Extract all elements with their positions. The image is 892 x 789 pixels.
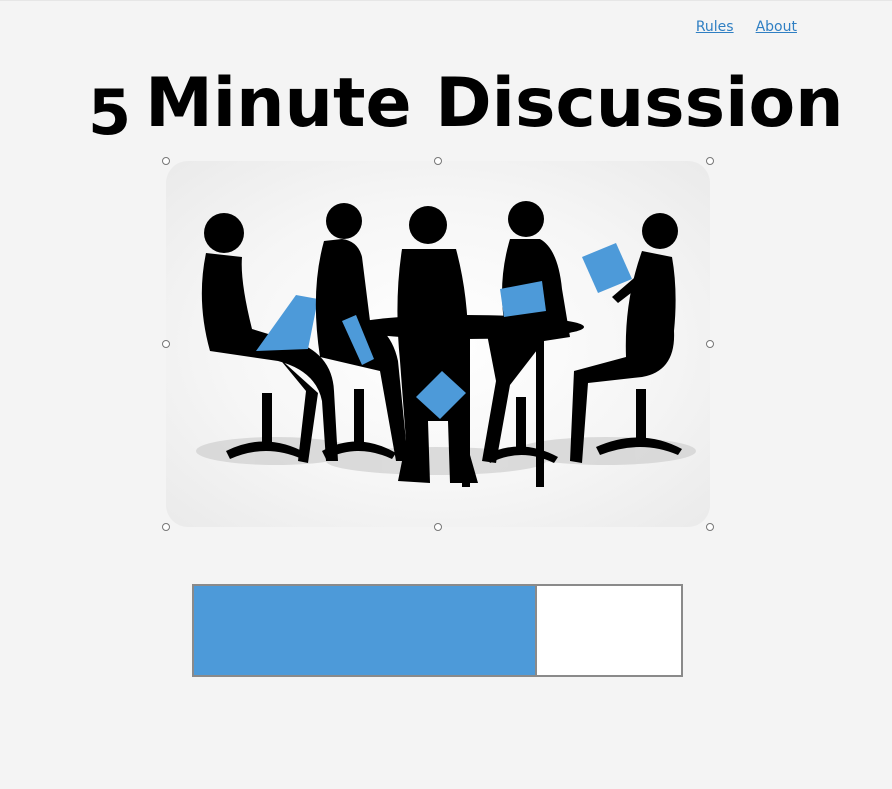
top-nav: Rules About — [696, 19, 797, 35]
title-text: Minute Discussion — [145, 64, 844, 143]
resize-handle-top-right[interactable] — [706, 157, 714, 165]
rules-link[interactable]: Rules — [696, 19, 734, 35]
meeting-silhouette-illustration — [196, 201, 696, 487]
timer-progress-fill — [194, 586, 538, 675]
resize-handle-bottom-right[interactable] — [706, 523, 714, 531]
timer-progress-bar — [192, 584, 683, 677]
resize-handle-bottom-center[interactable] — [434, 523, 442, 531]
page: Rules About 5 Minute Discussion — [0, 0, 892, 789]
page-title: 5 Minute Discussion — [88, 59, 844, 150]
meeting-image[interactable] — [162, 157, 714, 531]
resize-handle-bottom-left[interactable] — [162, 523, 170, 531]
about-link[interactable]: About — [756, 19, 797, 35]
meeting-image-frame — [166, 161, 710, 527]
resize-handle-top-left[interactable] — [162, 157, 170, 165]
resize-handle-top-center[interactable] — [434, 157, 442, 165]
resize-handle-middle-right[interactable] — [706, 340, 714, 348]
resize-handle-middle-left[interactable] — [162, 340, 170, 348]
title-number: 5 — [88, 76, 132, 149]
